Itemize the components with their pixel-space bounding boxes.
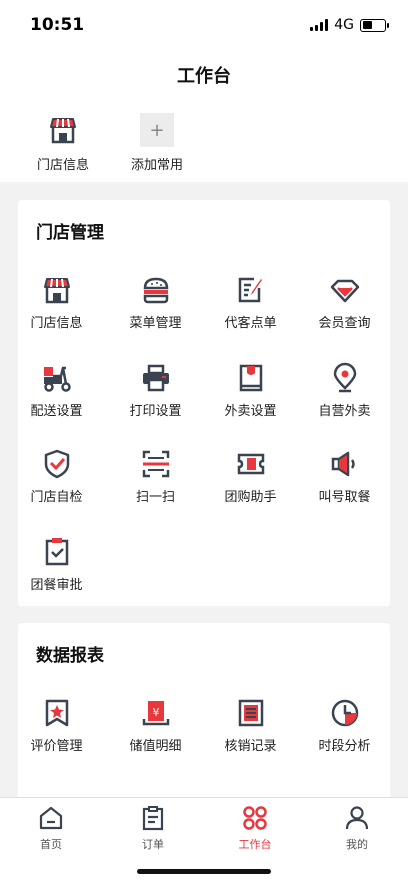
order-clipboard-icon <box>139 804 167 832</box>
grid-item-group-meal-approval[interactable]: 团餐审批 <box>10 536 103 593</box>
store-management-card: 门店管理 门店信息 菜单管理 代客点单 会员查询 配送设置 打印设置 外卖设置 … <box>18 200 390 606</box>
diamond-icon <box>329 274 361 306</box>
edit-order-icon <box>235 274 267 306</box>
grid-item-delivery-settings[interactable]: 配送设置 <box>10 362 103 419</box>
signal-icon <box>310 19 329 31</box>
grid-item-label: 外卖设置 <box>224 404 277 419</box>
grid-item-takeout-settings[interactable]: 外卖设置 <box>204 362 297 419</box>
workbench-icon <box>241 804 269 832</box>
tab-label: 工作台 <box>238 838 272 851</box>
profile-icon <box>343 804 371 832</box>
document-list-icon <box>235 697 267 729</box>
shield-check-icon <box>41 448 73 480</box>
printer-icon <box>140 362 172 394</box>
tab-profile[interactable]: 我的 <box>306 804 408 852</box>
grid-item-store-info[interactable]: 门店信息 <box>10 274 103 331</box>
status-indicators: 4G <box>310 17 389 33</box>
status-bar: 10:51 4G <box>0 0 408 50</box>
bookmark-star-icon <box>41 697 73 729</box>
grid-item-store-self-check[interactable]: 门店自检 <box>10 448 103 505</box>
grid-item-print-settings[interactable]: 打印设置 <box>109 362 202 419</box>
stored-value-icon: ¥ <box>140 697 172 729</box>
grid-item-label: 代客点单 <box>224 316 277 331</box>
burger-icon <box>140 274 172 306</box>
grid-item-label: 扫一扫 <box>135 490 175 505</box>
tab-label: 订单 <box>142 838 164 851</box>
tab-workbench[interactable]: 工作台 <box>204 804 306 852</box>
section-title: 门店管理 <box>36 223 104 243</box>
ticket-icon <box>235 448 267 480</box>
scooter-icon <box>41 362 73 394</box>
svg-text:¥: ¥ <box>152 706 159 719</box>
location-pin-icon <box>329 362 361 394</box>
clipboard-check-icon <box>41 536 73 568</box>
grid-item-label: 叫号取餐 <box>318 490 371 505</box>
quick-item-add-favorite[interactable]: + 添加常用 <box>117 112 197 173</box>
tab-orders[interactable]: 订单 <box>102 804 204 852</box>
grid-item-period-analysis[interactable]: 时段分析 <box>298 697 391 754</box>
store-icon <box>41 274 73 306</box>
header: 工作台 门店信息 + 添加常用 <box>0 50 408 182</box>
grid-item-label: 评价管理 <box>30 739 83 754</box>
tab-home[interactable]: 首页 <box>0 804 102 852</box>
grid-item-label: 储值明细 <box>129 739 182 754</box>
grid-item-call-pickup[interactable]: 叫号取餐 <box>298 448 391 505</box>
grid-item-group-buying[interactable]: 团购助手 <box>204 448 297 505</box>
grid-item-label: 门店自检 <box>30 490 83 505</box>
grid-item-label: 时段分析 <box>318 739 371 754</box>
grid-item-label: 会员查询 <box>318 316 371 331</box>
home-icon <box>37 804 65 832</box>
grid-item-label: 菜单管理 <box>129 316 182 331</box>
grid-item-label: 核销记录 <box>224 739 277 754</box>
megaphone-icon <box>329 448 361 480</box>
battery-icon <box>360 18 389 32</box>
clock-icon <box>329 697 361 729</box>
grid-item-label: 团餐审批 <box>30 578 83 593</box>
section-title: 数据报表 <box>36 646 104 666</box>
grid-item-stored-value-detail[interactable]: ¥ 储值明细 <box>109 697 202 754</box>
grid-item-scan[interactable]: 扫一扫 <box>109 448 202 505</box>
quick-item-label: 添加常用 <box>130 158 183 173</box>
tab-label: 首页 <box>40 838 62 851</box>
takeout-bag-icon <box>235 362 267 394</box>
scan-icon <box>140 448 172 480</box>
grid-item-redemption-record[interactable]: 核销记录 <box>204 697 297 754</box>
grid-item-label: 门店信息 <box>30 316 83 331</box>
quick-item-label: 门店信息 <box>36 158 89 173</box>
grid-item-member-query[interactable]: 会员查询 <box>298 274 391 331</box>
plus-icon: + <box>140 113 174 147</box>
grid-item-label: 打印设置 <box>129 404 182 419</box>
grid-item-self-delivery[interactable]: 自营外卖 <box>298 362 391 419</box>
quick-item-store-info[interactable]: 门店信息 <box>23 112 103 173</box>
network-label: 4G <box>334 17 354 33</box>
grid-item-label: 团购助手 <box>224 490 277 505</box>
home-indicator <box>137 869 271 874</box>
data-reports-card: 数据报表 评价管理 ¥ 储值明细 核销记录 时段分析 <box>18 623 390 823</box>
grid-item-menu-management[interactable]: 菜单管理 <box>109 274 202 331</box>
grid-item-label: 配送设置 <box>30 404 83 419</box>
grid-item-label: 自营外卖 <box>318 404 371 419</box>
status-time: 10:51 <box>30 15 85 35</box>
page-title: 工作台 <box>177 66 231 87</box>
grid-item-proxy-order[interactable]: 代客点单 <box>204 274 297 331</box>
store-icon <box>45 112 81 148</box>
grid-item-review-management[interactable]: 评价管理 <box>10 697 103 754</box>
tab-label: 我的 <box>346 838 368 851</box>
